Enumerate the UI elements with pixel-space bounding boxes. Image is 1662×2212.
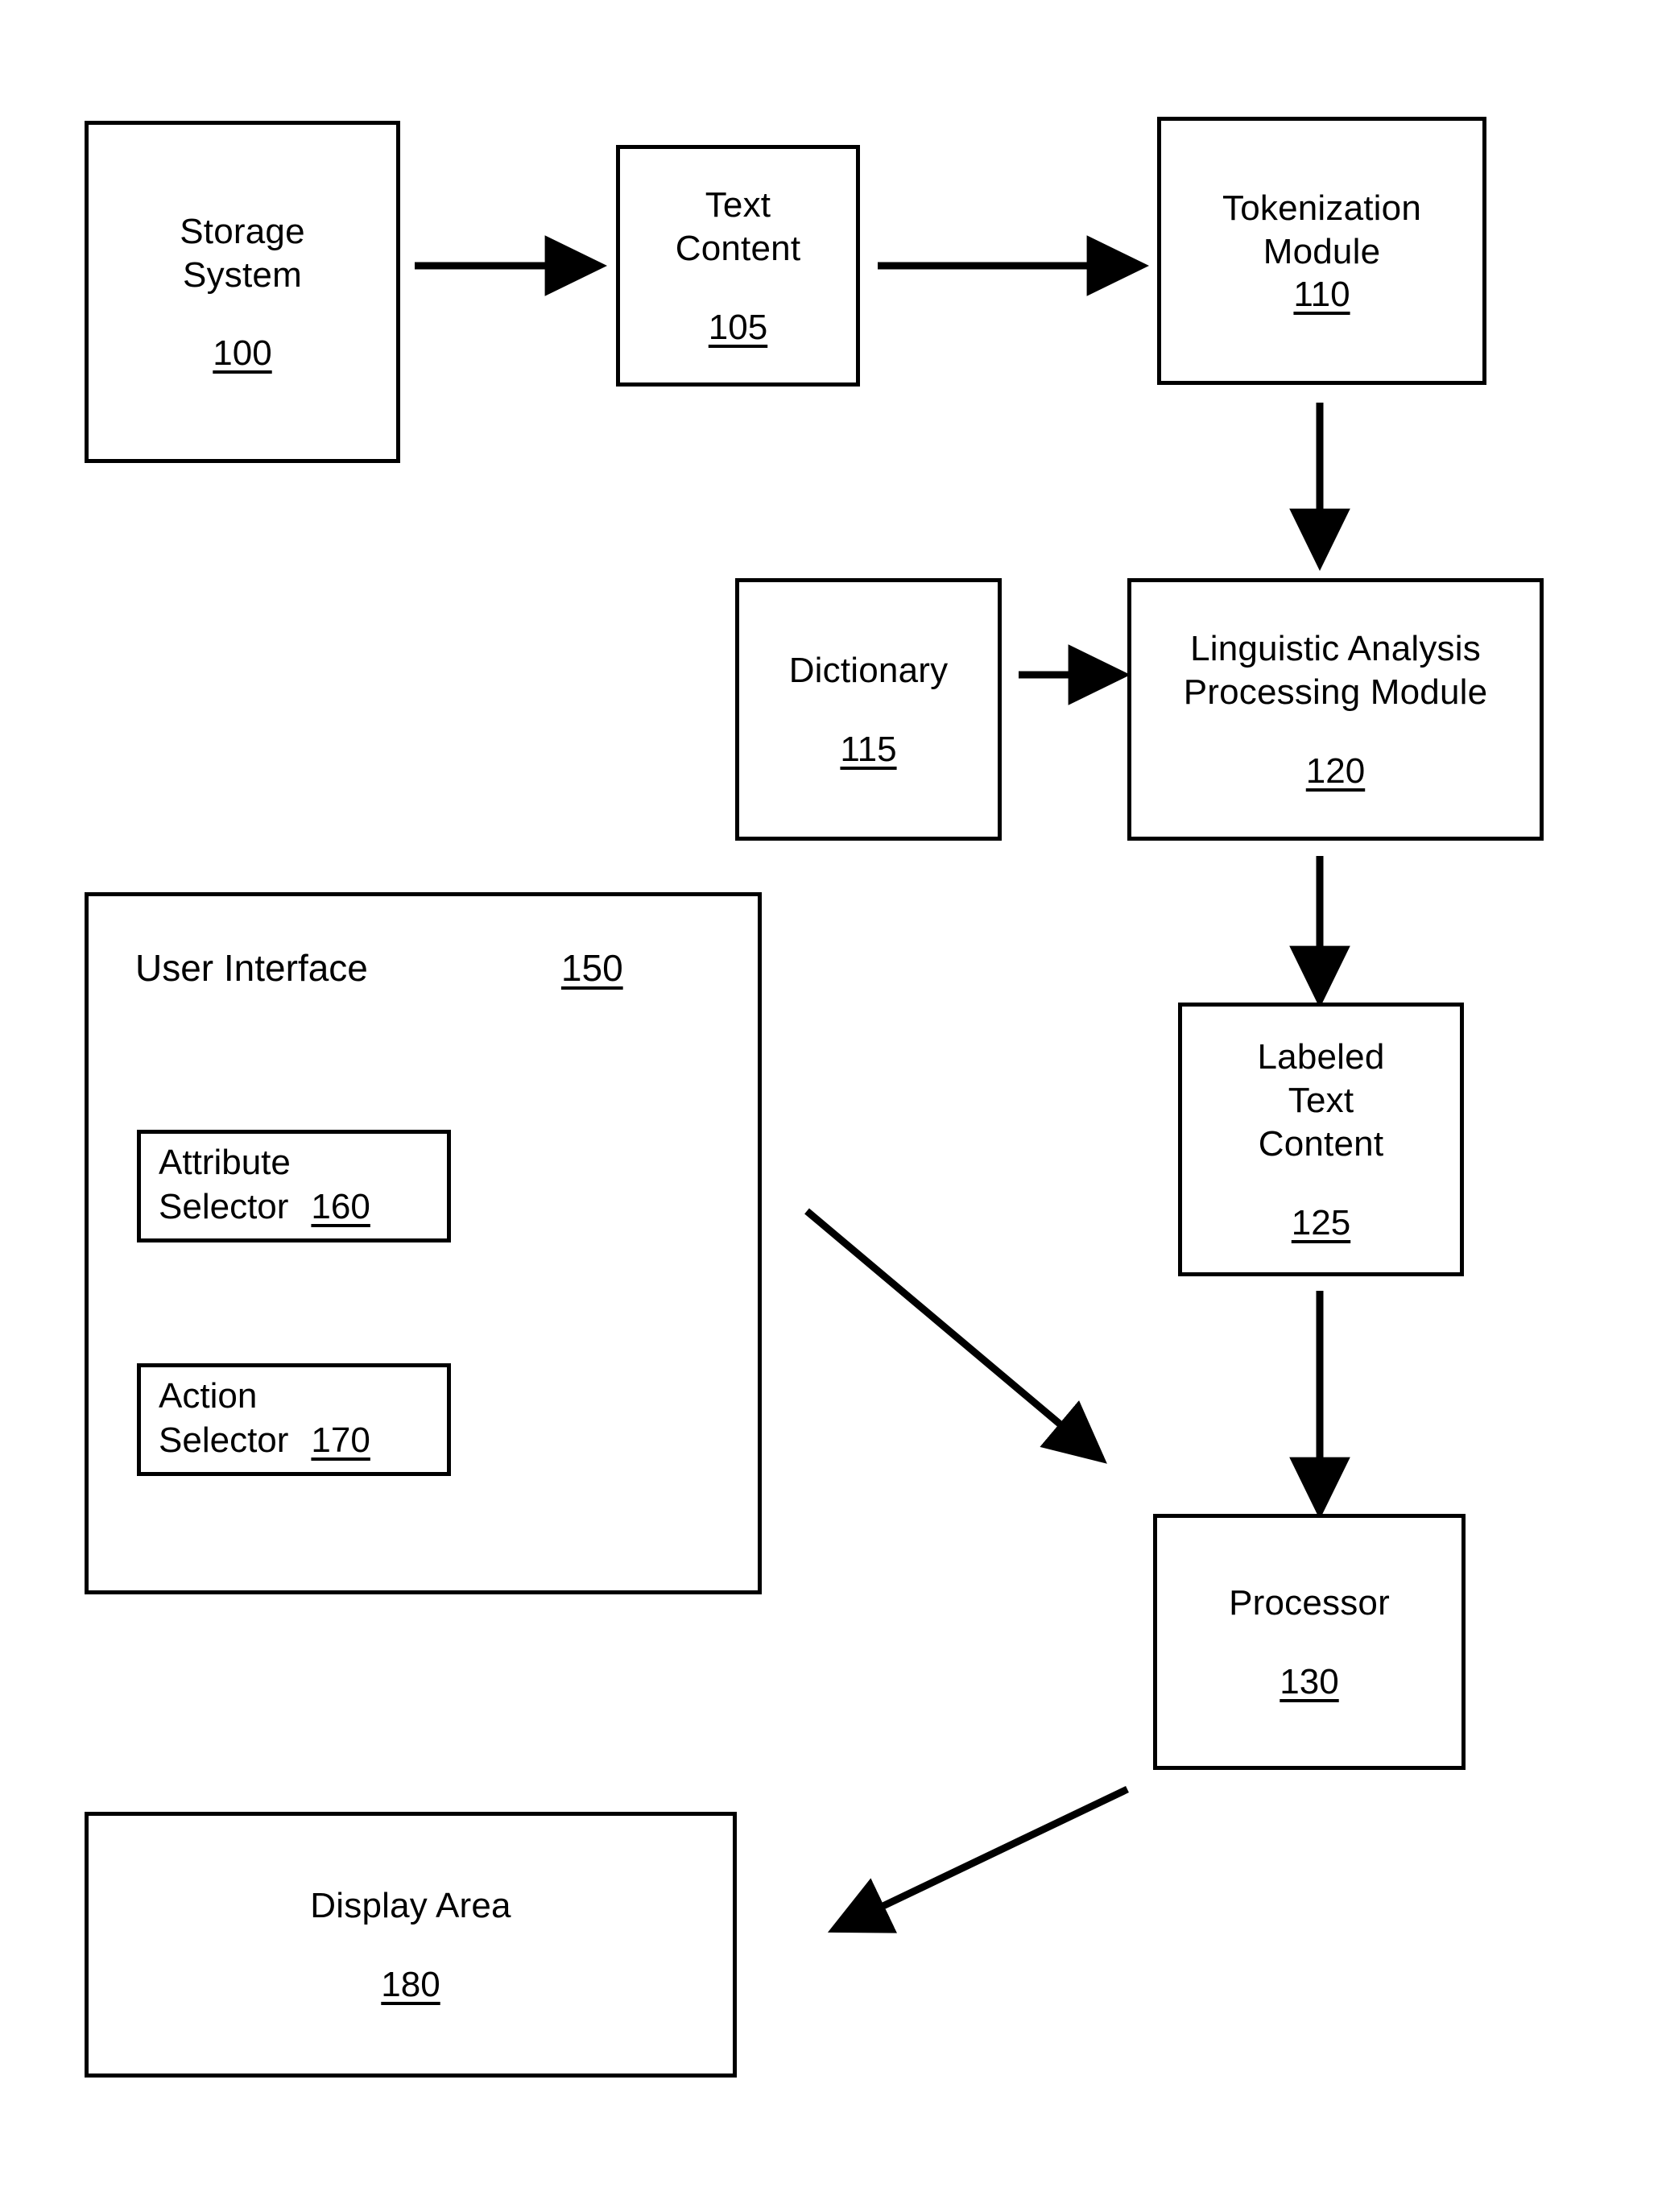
storage-system-ref: 100 [213,333,272,374]
text-content-label: Text Content [675,185,801,268]
action-selector-line2: Selector 170 [159,1419,370,1463]
node-labeled-text-content: Labeled Text Content 125 [1178,1003,1464,1276]
processor-ref: 130 [1280,1661,1339,1701]
action-selector-ref: 170 [311,1420,370,1460]
linguistic-analysis-module-label: Linguistic Analysis Processing Module [1183,629,1488,712]
patent-figure: Storage System 100 Text Content 105 Toke… [0,0,1662,2212]
attribute-selector-line1: Attribute [159,1143,291,1183]
user-interface-label: User Interface [135,947,368,989]
tokenization-module-ref: 110 [1293,275,1350,315]
attribute-selector-line2-text: Selector [159,1187,289,1226]
node-display-area: Display Area 180 [85,1812,737,2078]
attribute-selector-ref: 160 [311,1187,370,1226]
arrow-processor-to-display-area [827,1785,1129,1933]
node-text-content: Text Content 105 [616,145,860,387]
processor-label: Processor [1229,1583,1390,1623]
display-area-ref: 180 [381,1964,440,2004]
node-linguistic-analysis-module: Linguistic Analysis Processing Module 12… [1127,578,1544,841]
node-user-interface: User Interface 150 Attribute Selector 16… [85,892,762,1594]
node-attribute-selector[interactable]: Attribute Selector 160 [137,1130,451,1242]
linguistic-analysis-module-ref: 120 [1305,750,1366,791]
attribute-selector-line2: Selector 160 [159,1185,370,1230]
node-dictionary: Dictionary 115 [735,578,1002,841]
user-interface-ref: 150 [560,947,623,989]
dictionary-ref: 115 [840,729,897,769]
node-action-selector[interactable]: Action Selector 170 [137,1363,451,1476]
node-tokenization-module: Tokenization Module 110 [1157,117,1486,385]
action-selector-line1: Action [159,1376,258,1416]
action-selector-line2-text: Selector [159,1420,289,1460]
user-interface-header: User Interface 150 [135,946,709,990]
labeled-text-content-label: Labeled Text Content [1257,1037,1385,1164]
node-storage-system: Storage System 100 [85,121,400,463]
storage-system-label: Storage System [180,211,305,295]
tokenization-module-label: Tokenization Module [1222,188,1421,271]
text-content-ref: 105 [708,307,768,347]
node-processor: Processor 130 [1153,1514,1466,1770]
display-area-label: Display Area [310,1886,511,1926]
dictionary-label: Dictionary [788,651,949,691]
arrow-user-interface-to-processor [804,1208,1107,1464]
labeled-text-content-ref: 125 [1291,1202,1351,1242]
